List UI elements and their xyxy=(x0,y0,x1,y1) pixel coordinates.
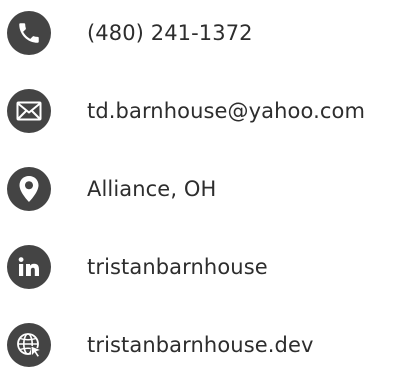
linkedin-icon xyxy=(7,245,51,289)
globe-cursor-icon xyxy=(7,323,51,367)
phone-link[interactable]: (480) 241-1372 xyxy=(87,8,253,58)
contact-row-website: tristanbarnhouse.dev xyxy=(0,320,417,370)
contact-row-linkedin: tristanbarnhouse xyxy=(0,242,417,292)
email-link[interactable]: td.barnhouse@yahoo.com xyxy=(87,86,365,136)
linkedin-link[interactable]: tristanbarnhouse xyxy=(87,242,268,292)
contact-row-location: Alliance, OH xyxy=(0,164,417,214)
map-pin-icon xyxy=(7,167,51,211)
contact-list: (480) 241-1372 td.barnhouse@yahoo.com Al… xyxy=(0,0,417,369)
phone-icon xyxy=(7,11,51,55)
contact-row-email: td.barnhouse@yahoo.com xyxy=(0,86,417,136)
envelope-icon xyxy=(7,89,51,133)
contact-row-phone: (480) 241-1372 xyxy=(0,8,417,58)
location-text: Alliance, OH xyxy=(87,177,217,201)
website-link[interactable]: tristanbarnhouse.dev xyxy=(87,320,314,370)
